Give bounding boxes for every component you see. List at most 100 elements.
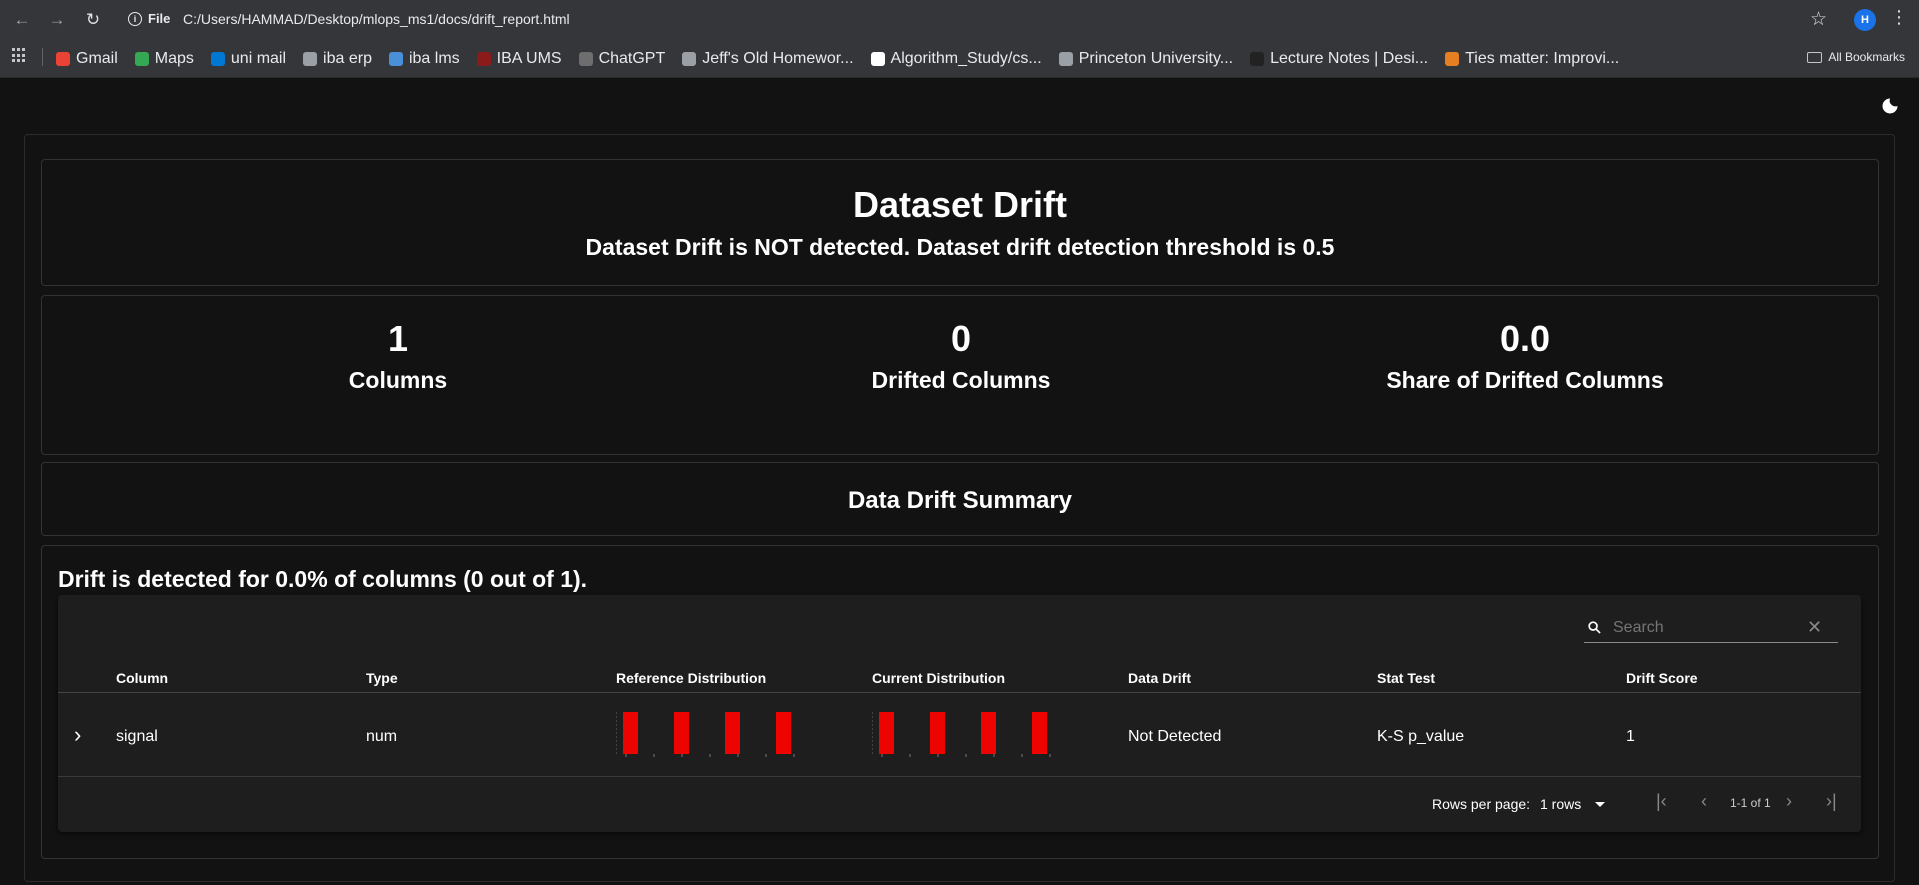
moon-icon[interactable] [1880, 96, 1900, 116]
first-page-icon[interactable]: |‹ [1656, 791, 1667, 812]
bookmark-label: Maps [154, 50, 194, 67]
header-type[interactable]: Type [366, 670, 398, 686]
cell-stat-test: K-S p_value [1377, 728, 1465, 745]
bookmark-item[interactable]: ChatGPT [578, 50, 666, 68]
search-input[interactable] [1613, 618, 1803, 637]
back-arrow-icon[interactable]: ← [8, 6, 36, 34]
folder-icon [1807, 51, 1823, 63]
current-bar [930, 712, 945, 754]
bookmark-label: Princeton University... [1078, 50, 1234, 67]
bookmark-item[interactable]: iba lms [388, 50, 460, 68]
bookmark-item[interactable]: IBA UMS [476, 50, 562, 68]
bookmark-label: IBA UMS [496, 50, 562, 67]
table-pagination: Rows per page: 1 rows |‹ ‹ 1-1 of 1 › ›| [58, 778, 1861, 830]
metric-value: 0 [950, 318, 972, 359]
globe-icon [303, 52, 318, 66]
reload-icon[interactable]: ↻ [79, 6, 107, 34]
rows-per-page-value: 1 rows [1540, 796, 1582, 812]
bookmark-item[interactable]: Algorithm_Study/cs... [870, 50, 1042, 68]
globe-icon [1058, 52, 1073, 66]
last-page-icon[interactable]: ›| [1826, 791, 1837, 812]
drift-statement: Drift is detected for 0.0% of columns (0… [58, 566, 588, 592]
bookmark-item[interactable]: Ties matter: Improvi... [1445, 50, 1619, 68]
site-info-label: File [148, 11, 171, 26]
caret-down-icon [1595, 801, 1606, 807]
bookmark-label: iba erp [323, 50, 372, 67]
current-bar [981, 712, 996, 754]
drift-table: ✕ Column Type Reference Distribution Cur… [58, 595, 1861, 832]
page-range: 1-1 of 1 [1730, 796, 1771, 810]
profile-avatar[interactable]: H [1854, 9, 1876, 31]
e-icon [1445, 52, 1460, 66]
header-current-distribution[interactable]: Current Distribution [872, 670, 1005, 686]
header-reference-distribution[interactable]: Reference Distribution [616, 670, 766, 686]
current-distribution-sparkline [872, 712, 1051, 757]
url-field[interactable]: C:/Users/HAMMAD/Desktop/mlops_ms1/docs/d… [183, 11, 570, 27]
bookmark-label: Gmail [76, 50, 118, 67]
search-box: ✕ [1584, 613, 1838, 643]
reference-bar [725, 712, 740, 754]
summary-title: Data Drift Summary [847, 487, 1073, 514]
menu-kebab-icon[interactable]: ⋮ [1889, 7, 1909, 28]
reference-bar [674, 712, 689, 754]
metric-value: 1 [387, 318, 409, 359]
bookmark-item[interactable]: Lecture Notes | Desi... [1250, 50, 1428, 68]
table-row: › signal num Not Detected K-S p_value 1 [58, 694, 1861, 777]
lms-icon [388, 52, 403, 66]
current-bar [879, 712, 894, 754]
bookmark-label: Ties matter: Improvi... [1465, 50, 1620, 67]
globe-icon [682, 52, 697, 66]
reference-bar [776, 712, 791, 754]
reference-distribution-sparkline [616, 712, 795, 757]
all-bookmarks-label: All Bookmarks [1828, 50, 1905, 64]
bookmark-label: Lecture Notes | Desi... [1270, 50, 1429, 67]
table-header: Column Type Reference Distribution Curre… [58, 667, 1861, 693]
chatgpt-icon [578, 52, 593, 66]
browser-toolbar: ← → ↻ i File C:/Users/HAMMAD/Desktop/mlo… [0, 0, 1919, 40]
bookmark-label: ChatGPT [598, 50, 666, 67]
all-bookmarks-button[interactable]: All Bookmarks [1807, 50, 1905, 64]
chevron-right-icon[interactable]: › [74, 722, 81, 748]
current-bar [1032, 712, 1047, 754]
outlook-icon [210, 52, 225, 66]
rows-per-page-label: Rows per page: [1432, 796, 1531, 812]
summary-card: Data Drift Summary [41, 462, 1879, 536]
bookmark-item[interactable]: uni mail [210, 50, 286, 68]
header-column[interactable]: Column [116, 670, 168, 686]
header-drift-score[interactable]: Drift Score [1626, 670, 1698, 686]
apps-grid-icon[interactable] [12, 48, 27, 63]
search-icon [1588, 621, 1601, 634]
bookmark-label: Algorithm_Study/cs... [890, 50, 1042, 67]
forward-arrow-icon[interactable]: → [43, 6, 71, 34]
bookmark-item[interactable]: iba erp [303, 50, 372, 68]
metric-value: 0.0 [1499, 318, 1551, 359]
metric-label: Drifted Columns [871, 367, 1051, 393]
bookmark-star-icon[interactable]: ☆ [1810, 8, 1827, 31]
close-icon[interactable]: ✕ [1807, 617, 1822, 638]
metric-columns: 1 Columns [98, 318, 698, 394]
bookmark-item[interactable]: Jeff's Old Homewor... [682, 50, 854, 68]
info-icon: i [128, 11, 142, 26]
header-data-drift[interactable]: Data Drift [1128, 670, 1191, 686]
previous-page-icon[interactable]: ‹ [1701, 791, 1707, 812]
gmail-icon [56, 52, 70, 66]
bookmark-item[interactable]: Gmail [56, 50, 118, 68]
metrics-card: 1 Columns 0 Drifted Columns 0.0 Share of… [41, 295, 1879, 455]
bookmark-list: Gmail Maps uni mail iba erp iba lms IBA UMS Ch… [56, 50, 1619, 68]
metric-share-drifted: 0.0 Share of Drifted Columns [1225, 318, 1825, 394]
bookmark-item[interactable]: Princeton University... [1058, 50, 1234, 68]
header-stat-test[interactable]: Stat Test [1377, 670, 1435, 686]
cell-drift-score: 1 [1626, 728, 1635, 745]
bookmark-item[interactable]: Maps [134, 50, 194, 68]
dataset-drift-card: Dataset Drift Dataset Drift is NOT detec… [41, 159, 1879, 286]
reference-bar [623, 712, 638, 754]
next-page-icon[interactable]: › [1786, 791, 1792, 812]
rows-per-page-select[interactable]: 1 rows [1540, 796, 1606, 812]
iba-icon [476, 52, 491, 66]
drift-table-card: Drift is detected for 0.0% of columns (0… [41, 545, 1879, 859]
site-info[interactable]: i File [128, 11, 170, 26]
page-title: Dataset Drift [852, 184, 1068, 225]
bookmarks-divider [42, 48, 43, 66]
metric-label: Columns [348, 367, 448, 393]
cell-type: num [366, 728, 398, 745]
